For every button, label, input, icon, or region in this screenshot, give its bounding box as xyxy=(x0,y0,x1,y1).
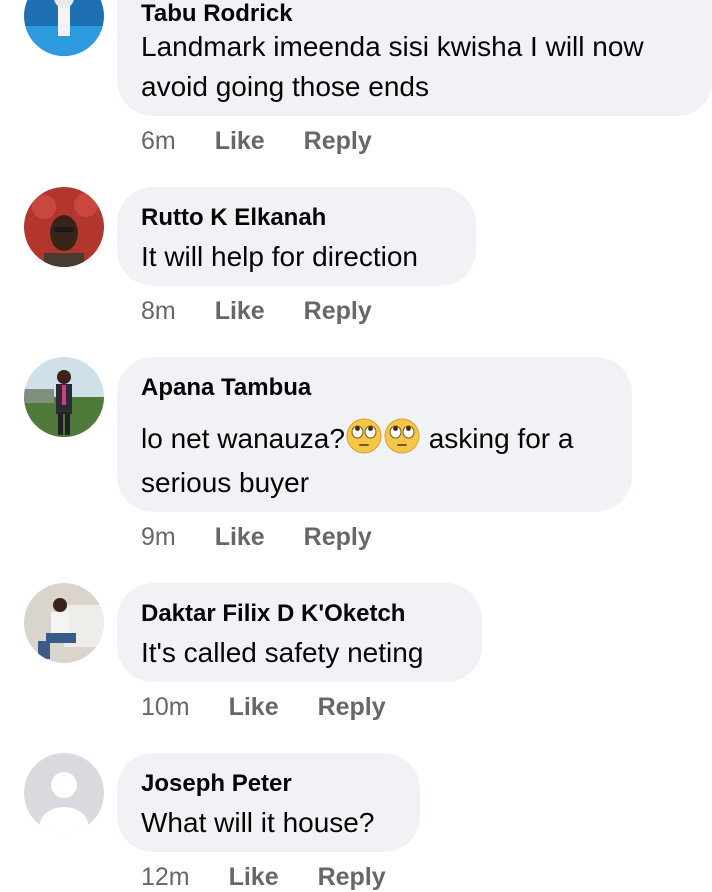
comment-text: It will help for direction xyxy=(141,241,419,272)
like-button[interactable]: Like xyxy=(229,863,279,892)
like-button[interactable]: Like xyxy=(215,523,265,552)
comment-bubble: Apana Tambua lo net wanauza? asking for … xyxy=(117,357,632,512)
comment-text: It's called safety neting xyxy=(141,637,424,668)
like-button[interactable]: Like xyxy=(229,693,279,722)
comment-author[interactable]: Tabu Rodrick xyxy=(141,0,293,28)
comment-actions: 9m Like Reply xyxy=(141,523,372,552)
like-button[interactable]: Like xyxy=(215,297,265,326)
comment-timestamp[interactable]: 10m xyxy=(141,693,190,722)
comment-text-line: serious buyer xyxy=(141,467,310,498)
like-button[interactable]: Like xyxy=(215,127,265,156)
comment-timestamp[interactable]: 6m xyxy=(141,127,176,156)
comment-text-segment: lo net wanauza? xyxy=(141,423,345,454)
reply-button[interactable]: Reply xyxy=(304,523,372,552)
comment-bubble: Tabu Rodrick Landmark imeenda sisi kwish… xyxy=(117,0,712,116)
comment-actions: 8m Like Reply xyxy=(141,297,372,326)
avatar[interactable] xyxy=(24,357,104,437)
comment-timestamp[interactable]: 8m xyxy=(141,297,176,326)
comment-author[interactable]: Rutto K Elkanah xyxy=(141,204,326,232)
comment-timestamp[interactable]: 9m xyxy=(141,523,176,552)
comment-actions: 6m Like Reply xyxy=(141,127,372,156)
comment-bubble: Rutto K Elkanah It will help for directi… xyxy=(117,187,476,286)
reply-button[interactable]: Reply xyxy=(304,297,372,326)
reply-button[interactable]: Reply xyxy=(318,863,386,892)
comment-author[interactable]: Daktar Filix D K'Oketch xyxy=(141,600,405,628)
avatar[interactable] xyxy=(24,753,104,833)
comment-bubble: Joseph Peter What will it house? xyxy=(117,753,420,852)
comment-actions: 12m Like Reply xyxy=(141,863,386,892)
comment-text-line: Landmark imeenda sisi kwisha I will now xyxy=(141,31,644,62)
reply-button[interactable]: Reply xyxy=(304,127,372,156)
rolling-eyes-icon xyxy=(346,418,382,454)
avatar[interactable] xyxy=(24,187,104,267)
avatar[interactable] xyxy=(24,583,104,663)
comment-text-line: avoid going those ends xyxy=(141,71,429,102)
comment-actions: 10m Like Reply xyxy=(141,693,386,722)
comment-author[interactable]: Apana Tambua xyxy=(141,374,311,402)
default-avatar-icon xyxy=(24,753,104,833)
comment-timestamp[interactable]: 12m xyxy=(141,863,190,892)
avatar[interactable] xyxy=(24,0,104,56)
comment-text-line: lo net wanauza? asking for a xyxy=(141,418,573,459)
comment-text: What will it house? xyxy=(141,807,375,838)
comment-bubble: Daktar Filix D K'Oketch It's called safe… xyxy=(117,583,482,682)
comment-author[interactable]: Joseph Peter xyxy=(141,770,292,798)
reply-button[interactable]: Reply xyxy=(318,693,386,722)
comment-text-segment: asking for a xyxy=(420,423,574,454)
rolling-eyes-icon xyxy=(384,418,420,454)
